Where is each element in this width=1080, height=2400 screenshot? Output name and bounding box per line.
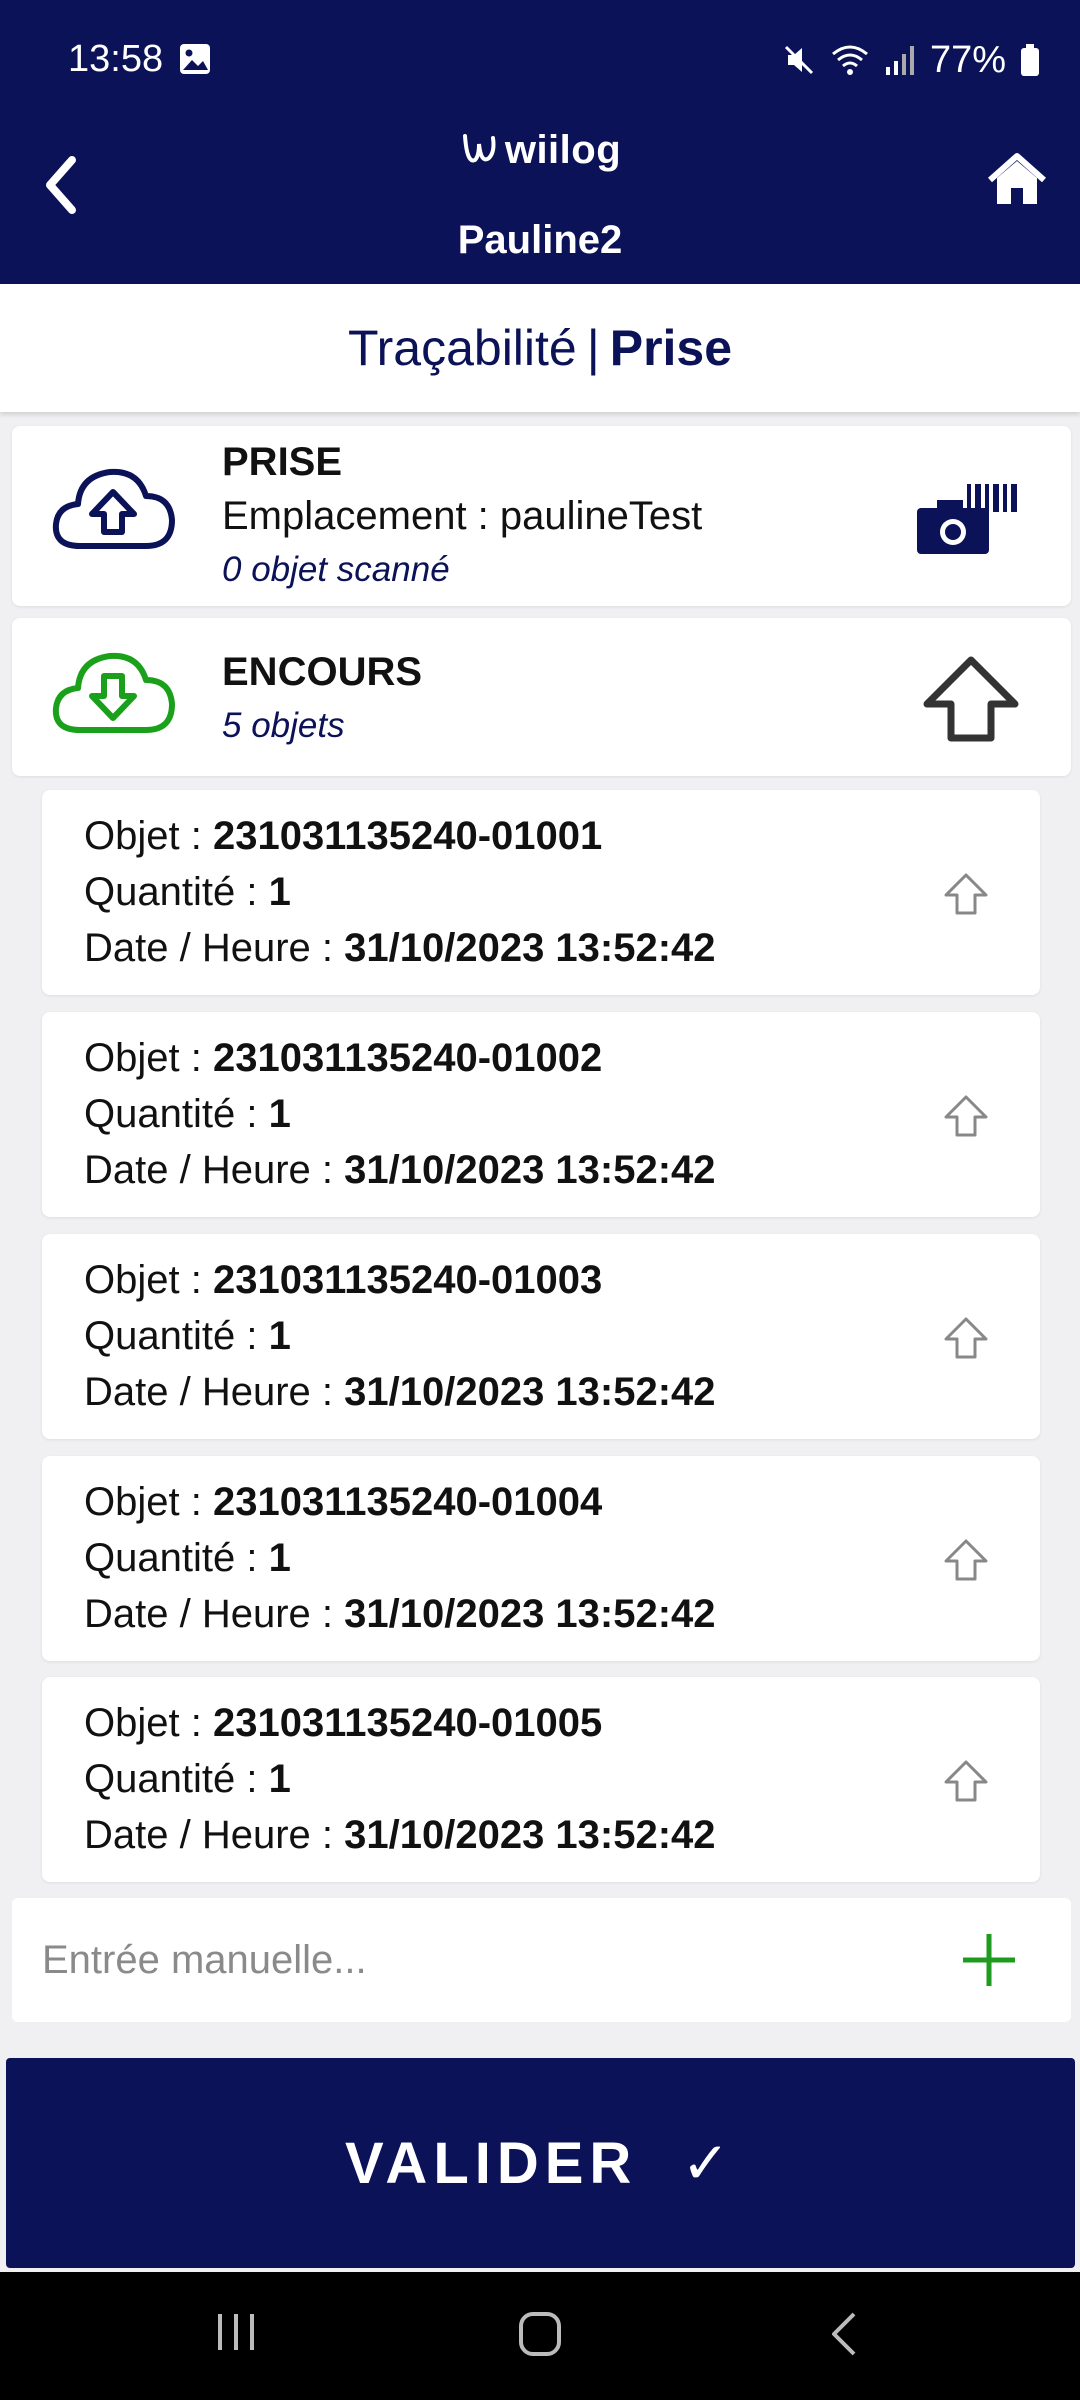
encours-title: ENCOURS — [222, 650, 423, 694]
app-header: 13:58 77% wiilog Pauline2 — [0, 0, 1080, 284]
validate-button[interactable]: VALIDER ✓ — [6, 2058, 1075, 2268]
wiilog-logo-icon — [462, 134, 496, 163]
item-objet-value: 231031135240-01005 — [212, 1701, 603, 1745]
item-date: Date / Heure : 31/10/2023 13:52:42 — [84, 1592, 716, 1636]
wifi-icon — [831, 45, 868, 75]
item-date-value: 31/10/2023 13:52:42 — [344, 1148, 716, 1192]
wiilog-logo: wiilog — [0, 122, 1080, 178]
title-module: Traçabilité — [347, 320, 577, 376]
item-date-value: 31/10/2023 13:52:42 — [344, 926, 716, 970]
item-date: Date / Heure : 31/10/2023 13:52:42 — [84, 1813, 716, 1857]
item-objet-value: 231031135240-01001 — [212, 814, 603, 858]
item-quantite-value: 1 — [268, 1757, 291, 1801]
encours-card: ENCOURS 5 objets — [12, 618, 1071, 776]
arrow-up-icon[interactable] — [942, 1094, 990, 1138]
item-date: Date / Heure : 31/10/2023 13:52:42 — [84, 926, 716, 970]
prise-title: PRISE — [222, 440, 343, 484]
battery-icon — [1021, 44, 1039, 76]
arrow-up-icon[interactable] — [942, 1316, 990, 1360]
item-date-value: 31/10/2023 13:52:42 — [344, 1370, 716, 1414]
item-objet: Objet : 231031135240-01002 — [84, 1036, 603, 1080]
item-objet: Objet : 231031135240-01004 — [84, 1480, 603, 1524]
item-objet-value: 231031135240-01004 — [212, 1480, 603, 1524]
item-objet: Objet : 231031135240-01001 — [84, 814, 603, 858]
prise-card: PRISE Emplacement : paulineTest 0 objet … — [12, 426, 1071, 606]
item-objet-value: 231031135240-01002 — [212, 1036, 603, 1080]
item-date-value: 31/10/2023 13:52:42 — [344, 1592, 716, 1636]
item-objet: Objet : 231031135240-01005 — [84, 1701, 603, 1745]
battery-percent: 77% — [929, 38, 1006, 81]
item-date: Date / Heure : 31/10/2023 13:52:42 — [84, 1148, 716, 1192]
item-quantite-value: 1 — [268, 870, 291, 914]
arrow-up-icon[interactable] — [921, 654, 1021, 744]
back-nav-icon[interactable] — [826, 2310, 860, 2358]
list-item[interactable]: Objet : 231031135240-01004 Quantité : 1 … — [42, 1456, 1040, 1661]
list-item[interactable]: Objet : 231031135240-01003 Quantité : 1 … — [42, 1234, 1040, 1439]
cloud-upload-icon — [52, 468, 175, 549]
page-title: Traçabilité | Prise — [0, 284, 1080, 412]
status-time: 13:58 — [68, 38, 164, 80]
item-date: Date / Heure : 31/10/2023 13:52:42 — [84, 1370, 716, 1414]
signal-icon — [885, 46, 914, 75]
title-action: Prise — [609, 320, 733, 376]
home-button[interactable] — [986, 152, 1048, 208]
title-separator: | — [586, 320, 600, 376]
item-quantite: Quantité : 1 — [84, 870, 291, 914]
item-objet: Objet : 231031135240-01003 — [84, 1258, 603, 1302]
item-quantite-value: 1 — [268, 1092, 291, 1136]
arrow-up-icon[interactable] — [942, 1538, 990, 1582]
status-icons: 77% — [782, 36, 1040, 84]
item-quantite: Quantité : 1 — [84, 1536, 291, 1580]
item-objet-value: 231031135240-01003 — [212, 1258, 603, 1302]
home-nav-icon[interactable] — [518, 2310, 562, 2358]
item-quantite: Quantité : 1 — [84, 1092, 291, 1136]
user-name: Pauline2 — [457, 218, 623, 262]
list-item[interactable]: Objet : 231031135240-01001 Quantité : 1 … — [42, 790, 1040, 995]
arrow-up-icon[interactable] — [942, 872, 990, 916]
prise-scanned-count: 0 objet scanné — [222, 550, 450, 589]
item-quantite-value: 1 — [268, 1314, 291, 1358]
plus-icon[interactable] — [961, 1932, 1017, 1988]
item-quantite-value: 1 — [268, 1536, 291, 1580]
list-item[interactable]: Objet : 231031135240-01005 Quantité : 1 … — [42, 1677, 1040, 1882]
manual-entry-input[interactable] — [42, 1898, 922, 2022]
arrow-up-icon[interactable] — [942, 1759, 990, 1803]
validate-label: VALIDER — [345, 2130, 638, 2196]
status-bar: 13:58 77% — [0, 0, 1080, 120]
system-nav-bar — [0, 2272, 1080, 2400]
item-date-value: 31/10/2023 13:52:42 — [344, 1813, 716, 1857]
mute-icon — [784, 45, 813, 75]
prise-location: Emplacement : paulineTest — [222, 494, 703, 538]
recent-apps-icon[interactable] — [214, 2310, 258, 2354]
list-item[interactable]: Objet : 231031135240-01002 Quantité : 1 … — [42, 1012, 1040, 1217]
item-quantite: Quantité : 1 — [84, 1757, 291, 1801]
manual-entry-row — [12, 1898, 1071, 2022]
logo-text: wiilog — [504, 127, 622, 172]
camera-barcode-icon[interactable] — [915, 480, 1019, 556]
gallery-notification-icon — [180, 44, 210, 74]
cloud-download-icon — [52, 652, 175, 733]
item-quantite: Quantité : 1 — [84, 1314, 291, 1358]
encours-count: 5 objets — [222, 706, 345, 745]
check-icon: ✓ — [681, 2131, 736, 2196]
